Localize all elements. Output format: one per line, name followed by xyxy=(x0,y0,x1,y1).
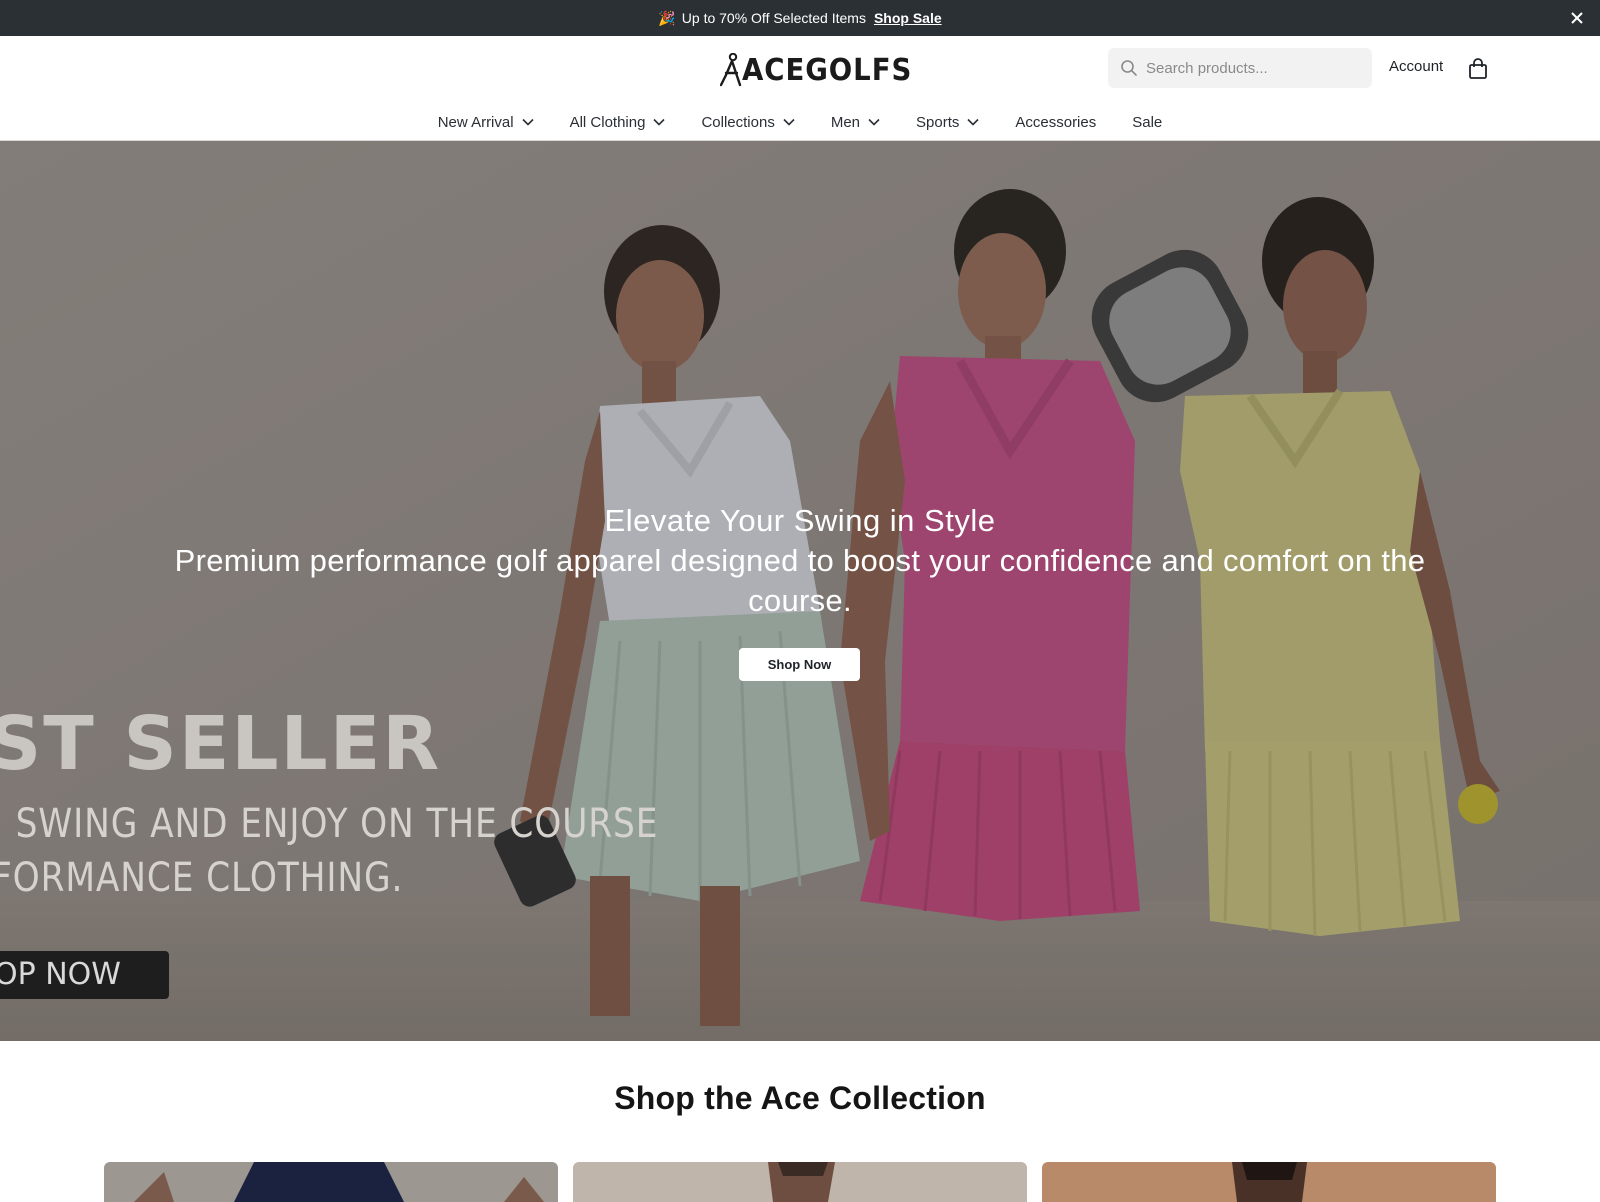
site-header: ACEGOLFS Account New Arrival All Clothin… xyxy=(0,36,1600,141)
nav-item-men[interactable]: Men xyxy=(831,114,880,131)
nav-label: New Arrival xyxy=(437,113,514,131)
close-icon[interactable] xyxy=(1568,9,1586,27)
collection-image-2 xyxy=(768,1162,835,1202)
account-link[interactable]: Account xyxy=(1389,58,1443,75)
logo-text: ACEGOLFS xyxy=(742,52,913,88)
chevron-down-icon xyxy=(783,118,795,126)
nav-label: Accessories xyxy=(1015,113,1097,131)
shop-sale-link[interactable]: Shop Sale xyxy=(874,10,942,26)
nav-item-sports[interactable]: Sports xyxy=(916,114,979,131)
nav-label: Men xyxy=(830,113,861,131)
search-icon xyxy=(1121,60,1137,76)
chevron-down-icon xyxy=(522,118,534,126)
golfer-logo-icon xyxy=(720,53,742,87)
collection-title: Shop the Ace Collection xyxy=(614,1080,986,1116)
promo-line-2: FORMANCE CLOTHING. xyxy=(0,855,404,901)
shopping-bag-icon[interactable] xyxy=(1468,58,1488,80)
collection-image-3 xyxy=(1232,1162,1307,1202)
nav-item-new-arrival[interactable]: New Arrival xyxy=(438,114,534,131)
nav-label: Sports xyxy=(916,113,960,131)
hero-title: Elevate Your Swing in Style xyxy=(604,503,996,538)
shop-now-button[interactable]: Shop Now xyxy=(739,648,860,681)
promo-line-1: , SWING AND ENJOY ON THE COURSE xyxy=(0,801,659,847)
nav-item-accessories[interactable]: Accessories xyxy=(1015,114,1096,131)
chevron-down-icon xyxy=(868,118,880,126)
hero-subtitle: Premium performance golf apparel designe… xyxy=(174,543,1426,618)
announcement-text: Up to 70% Off Selected Items xyxy=(681,10,866,26)
collection-image-1 xyxy=(134,1162,544,1202)
collection-card-3[interactable] xyxy=(1042,1162,1496,1202)
search-box[interactable] xyxy=(1108,48,1372,88)
site-logo[interactable]: ACEGOLFS xyxy=(720,48,927,92)
announcement-bar: 🎉 Up to 70% Off Selected Items Shop Sale xyxy=(0,0,1600,36)
party-popper-icon: 🎉 xyxy=(658,9,676,26)
collection-card-1[interactable] xyxy=(104,1162,558,1202)
nav-item-all-clothing[interactable]: All Clothing xyxy=(570,114,666,131)
chevron-down-icon xyxy=(653,118,666,126)
nav-label: All Clothing xyxy=(569,113,646,131)
search-input[interactable] xyxy=(1146,59,1356,77)
chevron-down-icon xyxy=(967,118,979,126)
nav-label: Collections xyxy=(701,113,775,131)
nav-item-collections[interactable]: Collections xyxy=(701,113,795,131)
nav-label: Sale xyxy=(1132,113,1163,131)
nav-item-sale[interactable]: Sale xyxy=(1132,114,1162,131)
main-nav: New Arrival All Clothing Collections Men… xyxy=(0,104,1600,140)
promo-headline: ST SELLER xyxy=(0,701,442,787)
collection-card-2[interactable] xyxy=(573,1162,1027,1202)
promo-shop-button[interactable]: OP NOW xyxy=(0,951,169,999)
hero-banner: ST SELLER , SWING AND ENJOY ON THE COURS… xyxy=(0,141,1600,1041)
